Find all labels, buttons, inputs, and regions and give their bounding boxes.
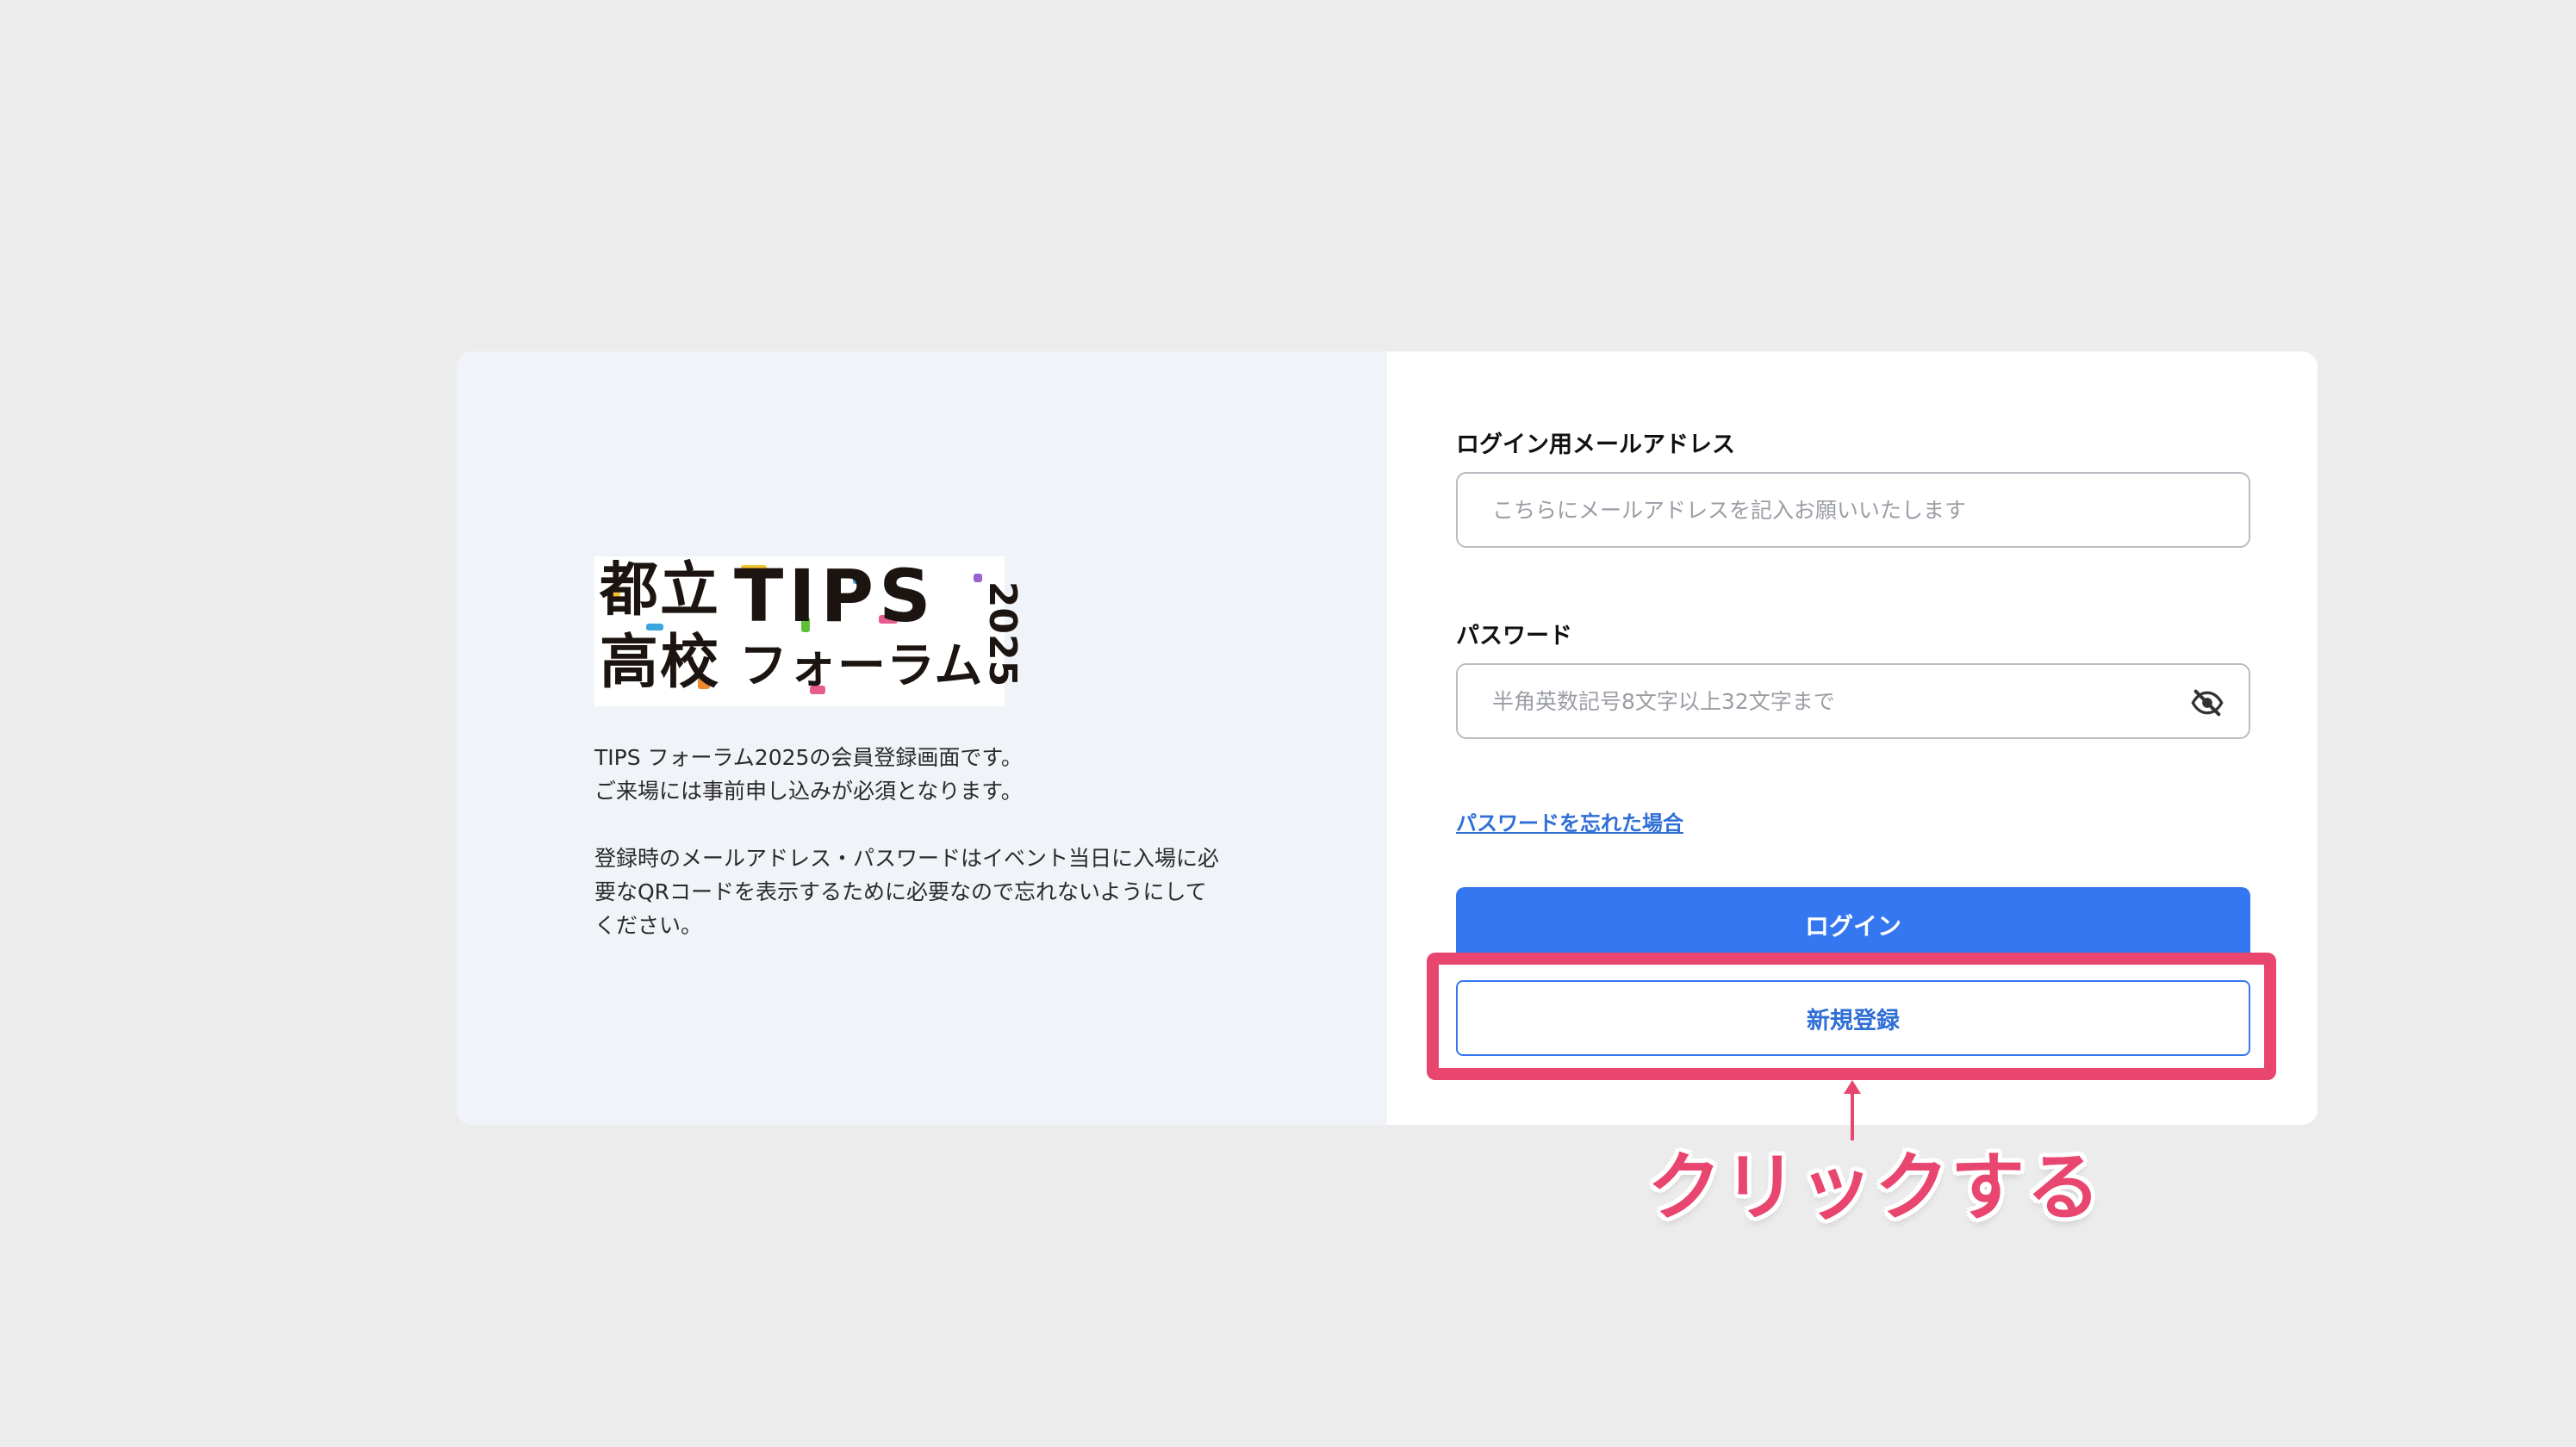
register-button[interactable]: 新規登録 [1456, 980, 2250, 1056]
intro-line: ご来場には事前申し込みが必須となります。 [594, 779, 1023, 804]
eye-off-icon[interactable] [2190, 686, 2224, 720]
email-field[interactable] [1458, 474, 2249, 546]
intro-panel: 都立 高校 TIPS フォーラム 2025 TIPS フォーラム2025の会員登… [457, 351, 1387, 1125]
logo-kanji-bottom: 高校 [600, 629, 721, 697]
login-form: ログイン用メールアドレス パスワード パスワードを忘れた場合 ログイン 新規登録 [1387, 351, 2318, 1125]
tips-forum-logo: 都立 高校 TIPS フォーラム 2025 [594, 554, 1024, 706]
email-label: ログイン用メールアドレス [1456, 432, 1735, 458]
arrow-up-icon [1844, 1080, 1861, 1140]
intro-line: ください。 [594, 913, 703, 938]
intro-line: 要なQRコードを表示するために必要なので忘れないようにして [594, 879, 1207, 904]
forgot-password-link[interactable]: パスワードを忘れた場合 [1456, 806, 1683, 836]
password-field-wrapper [1456, 663, 2250, 739]
logo-year: 2025 [980, 581, 1024, 687]
email-field-wrapper [1456, 472, 2250, 548]
intro-description: TIPS フォーラム2025の会員登録画面です。 ご来場には事前申し込みが必須と… [594, 741, 1249, 942]
intro-line: 登録時のメールアドレス・パスワードはイベント当日に入場に必 [594, 846, 1220, 871]
login-button[interactable]: ログイン [1456, 887, 2250, 963]
logo-kanji-top: 都立 [600, 556, 721, 624]
intro-line: TIPS フォーラム2025の会員登録画面です。 [594, 745, 1023, 770]
password-field[interactable] [1458, 665, 2249, 737]
login-card: 都立 高校 TIPS フォーラム 2025 TIPS フォーラム2025の会員登… [457, 351, 2318, 1125]
password-label: パスワード [1456, 623, 1572, 649]
click-callout: クリックする [1647, 1145, 2102, 1231]
logo-forum: フォーラム [739, 638, 984, 694]
logo-tips: TIPS [734, 554, 936, 638]
